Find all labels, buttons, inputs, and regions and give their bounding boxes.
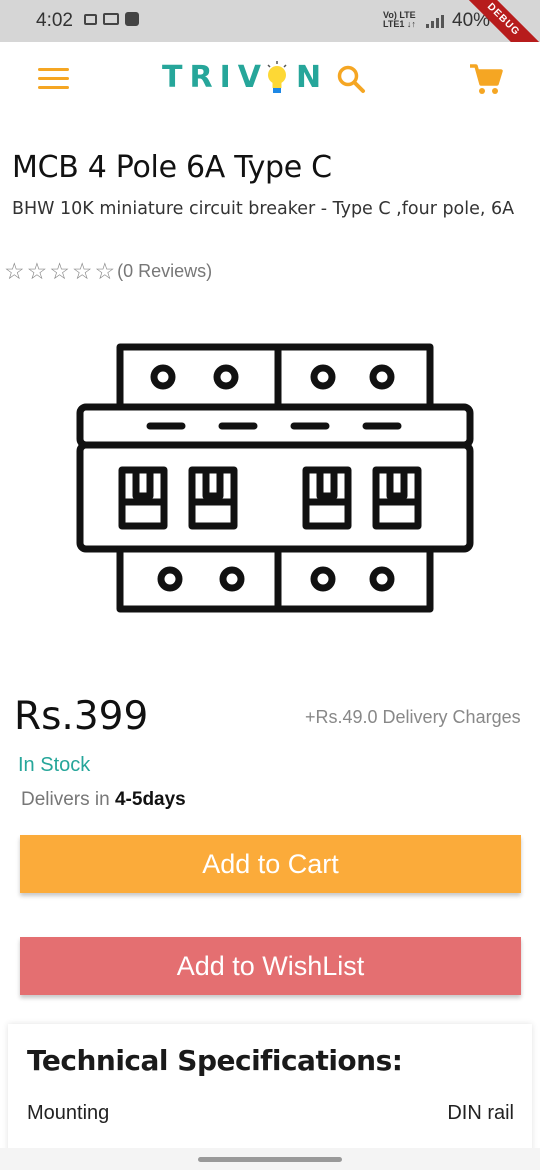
product-image (72, 342, 478, 614)
signal-icon (426, 14, 444, 28)
search-icon[interactable] (336, 64, 366, 94)
laptop-icon (103, 13, 119, 25)
delivery-charges: +Rs.49.0 Delivery Charges (305, 707, 521, 727)
add-to-wishlist-button[interactable]: Add to WishList (20, 937, 521, 995)
spec-row: Mounting DIN rail (27, 1102, 514, 1125)
product-rating[interactable]: ☆ ☆ ☆ ☆ ☆ (0 Reviews) (4, 259, 212, 283)
status-time: 4:02 (36, 10, 73, 31)
lightbulb-icon (266, 60, 288, 95)
star-icon: ☆ (4, 258, 25, 284)
delivery-estimate: Delivers in 4-5days (21, 789, 186, 811)
product-title: MCB 4 Pole 6A Type C (12, 150, 332, 185)
star-icon: ☆ (49, 258, 70, 284)
star-icon: ☆ (94, 258, 116, 284)
spec-value: DIN rail (447, 1102, 514, 1124)
brand-text-right: N (295, 60, 329, 95)
home-indicator[interactable] (198, 1157, 342, 1162)
network-bottom-label: LTE1 ↓↑ (383, 19, 416, 29)
delivers-value: 4-5days (114, 789, 186, 810)
stock-status: In Stock (18, 754, 91, 776)
star-icon: ☆ (26, 258, 48, 284)
status-bar: 4:02 Vo) LTE LTE1 ↓↑ 40% DEBUG (0, 0, 540, 42)
app-bar: TRIV N (0, 42, 540, 118)
brand-logo: TRIV N (162, 60, 328, 95)
spec-label: Mounting (27, 1102, 110, 1124)
specifications-title: Technical Specifications: (27, 1044, 403, 1077)
status-notification-icons (84, 12, 139, 26)
cart-icon[interactable] (468, 62, 504, 96)
product-price: Rs.399 (14, 694, 149, 739)
brand-text-left: TRIV (162, 60, 268, 95)
network-indicator: Vo) LTE LTE1 ↓↑ (383, 11, 416, 29)
star-icon: ☆ (71, 258, 93, 284)
product-description: BHW 10K miniature circuit breaker - Type… (12, 199, 515, 219)
add-to-cart-button[interactable]: Add to Cart (20, 835, 521, 893)
menu-icon[interactable] (38, 68, 69, 92)
message-icon (125, 12, 139, 26)
rating-stars: ☆ ☆ ☆ ☆ ☆ (4, 259, 115, 283)
video-icon (84, 14, 97, 25)
delivers-label: Delivers in (21, 789, 110, 810)
reviews-count: (0 Reviews) (117, 260, 213, 281)
